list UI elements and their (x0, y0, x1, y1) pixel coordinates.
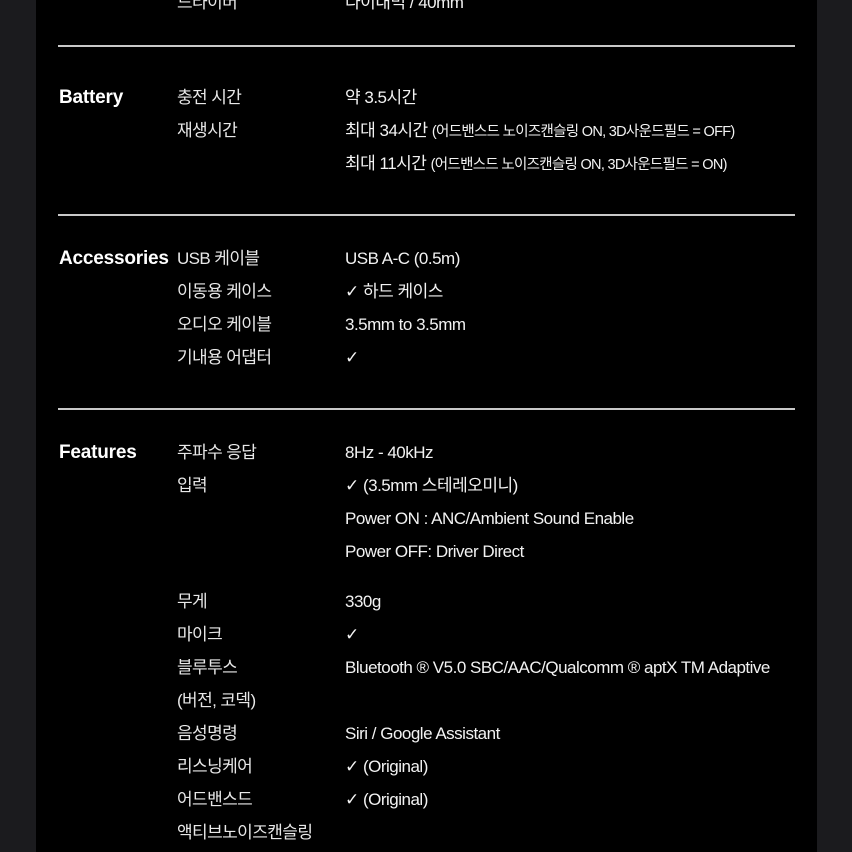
spec-label: 음성명령 (177, 724, 238, 743)
spec-value: Power OFF: Driver Direct (345, 542, 524, 561)
spec-value-main: 최대 11시간 (345, 154, 431, 173)
spec-sheet-page: 드라이버 다이내믹 / 40mm Battery 충전 시간 약 3.5시간 재… (0, 0, 852, 852)
spec-label: 기내용 어댑터 (177, 348, 272, 367)
section-battery-rows: Battery 충전 시간 약 3.5시간 재생시간 최대 34시간 (어드밴스… (36, 81, 817, 180)
table-row: Power OFF: Driver Direct (36, 535, 817, 568)
section-accessories: Accessories USB 케이블 USB A-C (0.5m) 이동용 케… (36, 216, 817, 410)
spec-value: ✓ (345, 625, 359, 644)
row-spacer (36, 19, 817, 45)
spec-sheet-panel: 드라이버 다이내믹 / 40mm Battery 충전 시간 약 3.5시간 재… (36, 0, 817, 852)
spec-value-note: (어드밴스드 노이즈캔슬링 ON, 3D사운드필드 = ON) (430, 157, 728, 173)
table-row: 액티브노이즈캔슬링 (36, 816, 817, 849)
table-row: 최대 11시간 (어드밴스드 노이즈캔슬링 ON, 3D사운드필드 = ON) (36, 147, 817, 180)
row-spacer (36, 374, 817, 408)
spec-value: 다이내믹 / 40mm (345, 0, 464, 12)
spec-label: 드라이버 (177, 0, 238, 12)
table-row: Features 주파수 응답 8Hz - 40kHz (36, 436, 817, 469)
spec-label: 주파수 응답 (177, 443, 257, 462)
table-row: 기내용 어댑터 ✓ (36, 341, 817, 374)
spec-label: 충전 시간 (177, 88, 242, 107)
spec-value: 최대 34시간 (어드밴스드 노이즈캔슬링 ON, 3D사운드필드 = OFF) (345, 114, 817, 149)
spec-value: 8Hz - 40kHz (345, 443, 434, 462)
table-row: 오디오 케이블 3.5mm to 3.5mm (36, 308, 817, 341)
spec-value: 3.5mm to 3.5mm (345, 315, 466, 334)
spec-label: USB 케이블 (177, 249, 260, 268)
table-row: 마이크 ✓ (36, 618, 817, 651)
table-row: 드라이버 다이내믹 / 40mm (36, 0, 817, 19)
section-accessories-rows: Accessories USB 케이블 USB A-C (0.5m) 이동용 케… (36, 242, 817, 374)
spec-label: (버전, 코덱) (177, 691, 256, 710)
table-row: 어드밴스드 ✓ (Original) (36, 783, 817, 816)
section-title: Battery (59, 87, 124, 108)
row-spacer (36, 568, 817, 585)
spec-value: Bluetooth ® V5.0 SBC/AAC/Qualcomm ® aptX… (345, 658, 770, 677)
spec-value: 최대 11시간 (어드밴스드 노이즈캔슬링 ON, 3D사운드필드 = ON) (345, 147, 817, 182)
spec-label: 어드밴스드 (177, 790, 253, 809)
spec-value: ✓ (345, 348, 359, 367)
table-row: Power ON : ANC/Ambient Sound Enable (36, 502, 817, 535)
spec-label: 이동용 케이스 (177, 282, 272, 301)
spec-label: 재생시간 (177, 121, 238, 140)
table-row: 이동용 케이스 ✓ 하드 케이스 (36, 275, 817, 308)
spec-label: 무게 (177, 592, 208, 611)
spec-label: 마이크 (177, 625, 223, 644)
spec-value: 330g (345, 592, 381, 611)
table-row: 재생시간 최대 34시간 (어드밴스드 노이즈캔슬링 ON, 3D사운드필드 =… (36, 114, 817, 147)
table-row: (버전, 코덱) (36, 684, 817, 717)
table-row: 리스닝케어 ✓ (Original) (36, 750, 817, 783)
table-row: 음성명령 Siri / Google Assistant (36, 717, 817, 750)
row-spacer (36, 180, 817, 214)
spec-sheet-content: 드라이버 다이내믹 / 40mm Battery 충전 시간 약 3.5시간 재… (36, 0, 817, 852)
table-row: Accessories USB 케이블 USB A-C (0.5m) (36, 242, 817, 275)
section-driver-rows: 드라이버 다이내믹 / 40mm (36, 0, 817, 19)
section-title: Accessories (59, 248, 169, 269)
spec-label: 리스닝케어 (177, 757, 253, 776)
section-title: Features (59, 442, 137, 463)
table-row: Battery 충전 시간 약 3.5시간 (36, 81, 817, 114)
spec-value: ✓ (3.5mm 스테레오미니) (345, 476, 518, 495)
spec-value: ✓ 하드 케이스 (345, 282, 443, 301)
section-features-rows: Features 주파수 응답 8Hz - 40kHz 입력 ✓ (3.5mm … (36, 436, 817, 852)
table-row: 블루투스 Bluetooth ® V5.0 SBC/AAC/Qualcomm ®… (36, 651, 817, 684)
spec-label: 블루투스 (177, 658, 238, 677)
spec-value-note: (어드밴스드 노이즈캔슬링 ON, 3D사운드필드 = OFF) (431, 124, 735, 140)
spec-value: Power ON : ANC/Ambient Sound Enable (345, 509, 634, 528)
table-row: 무게 330g (36, 585, 817, 618)
spec-value: 약 3.5시간 (345, 88, 417, 107)
spec-value: ✓ (Original) (345, 790, 428, 809)
spec-value: Siri / Google Assistant (345, 724, 500, 743)
spec-label: 입력 (177, 476, 208, 495)
spec-value-main: 최대 34시간 (345, 121, 432, 140)
section-features: Features 주파수 응답 8Hz - 40kHz 입력 ✓ (3.5mm … (36, 410, 817, 852)
section-battery: Battery 충전 시간 약 3.5시간 재생시간 최대 34시간 (어드밴스… (36, 47, 817, 216)
spec-value: USB A-C (0.5m) (345, 249, 460, 268)
spec-value: ✓ (Original) (345, 757, 428, 776)
spec-label: 오디오 케이블 (177, 315, 272, 334)
spec-label: 액티브노이즈캔슬링 (177, 823, 313, 842)
table-row: 입력 ✓ (3.5mm 스테레오미니) (36, 469, 817, 502)
section-driver: 드라이버 다이내믹 / 40mm (36, 0, 817, 47)
